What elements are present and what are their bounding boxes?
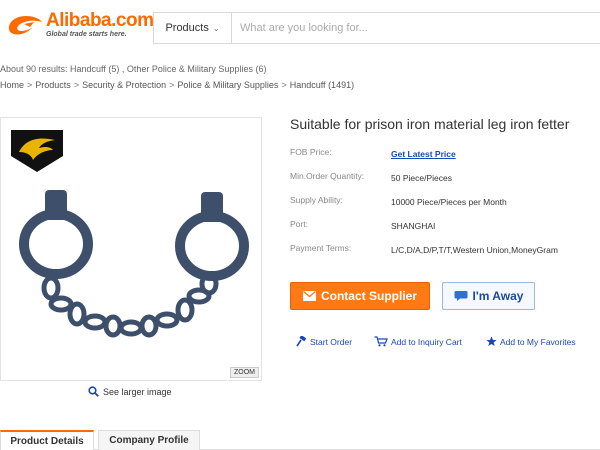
gavel-icon <box>296 336 307 347</box>
spec-label: Port: <box>290 219 308 229</box>
envelope-icon <box>302 291 316 301</box>
product-title: Suitable for prison iron material leg ir… <box>290 116 570 132</box>
product-actions: Start Order Add to Inquiry Cart Add to M… <box>296 336 596 352</box>
logo-tagline: Global trade starts here. <box>46 31 127 38</box>
product-specs: FOB Price: Get Latest Price Min.Order Qu… <box>290 147 600 267</box>
breadcrumb-separator: > <box>73 80 80 90</box>
spec-row-payment-terms: Payment Terms: L/C,D/A,D/P,T/T,Western U… <box>290 243 600 267</box>
contact-supplier-button[interactable]: Contact Supplier <box>290 282 430 310</box>
top-header: Alibaba.com Global trade starts here. Pr… <box>0 0 600 48</box>
zoom-label[interactable]: ZOOM <box>230 367 259 378</box>
logo-text: Alibaba.com <box>46 10 154 31</box>
leg-iron-fetter-icon <box>19 190 249 338</box>
contact-supplier-label: Contact Supplier <box>320 289 417 303</box>
spec-value: 50 Piece/Pieces <box>391 173 452 183</box>
breadcrumb-item-security[interactable]: Security & Protection <box>82 80 166 90</box>
product-tabs: Product Details Company Profile <box>0 430 600 450</box>
breadcrumb-item-police[interactable]: Police & Military Supplies <box>177 80 278 90</box>
add-to-inquiry-cart-link[interactable]: Add to Inquiry Cart <box>374 336 462 347</box>
add-to-inquiry-cart-label: Add to Inquiry Cart <box>391 336 462 347</box>
spec-row-min-order: Min.Order Quantity: 50 Piece/Pieces <box>290 171 600 195</box>
im-away-button[interactable]: I'm Away <box>442 282 535 310</box>
add-to-favorites-label: Add to My Favorites <box>500 336 576 347</box>
product-image[interactable]: ZOOM <box>0 117 262 381</box>
results-summary: About 90 results: Handcuff (5) , Other P… <box>0 64 267 74</box>
start-order-label: Start Order <box>310 336 353 347</box>
alibaba-logo-mark-icon <box>8 16 43 35</box>
breadcrumb-item-home[interactable]: Home <box>0 80 24 90</box>
spec-row-port: Port: SHANGHAI <box>290 219 600 243</box>
breadcrumb-item-products[interactable]: Products <box>35 80 71 90</box>
chat-bubble-icon <box>454 291 468 301</box>
breadcrumb: Home > Products > Security & Protection > Poli… <box>0 80 354 90</box>
spec-label: FOB Price: <box>290 147 332 157</box>
spec-value: L/C,D/A,D/P,T/T,Western Union,MoneyGram <box>391 245 558 255</box>
search-category-select[interactable]: Products ⌄ <box>154 13 232 43</box>
alibaba-logo[interactable]: Alibaba.com Global trade starts here. <box>4 10 154 42</box>
chevron-down-icon: ⌄ <box>212 23 220 33</box>
add-to-favorites-link[interactable]: Add to My Favorites <box>486 336 576 347</box>
tab-company-profile[interactable]: Company Profile <box>98 430 200 450</box>
spec-value: 10000 Piece/Pieces per Month <box>391 197 507 207</box>
star-icon <box>486 336 497 346</box>
magnifier-icon <box>88 386 99 397</box>
search-category-label: Products <box>165 22 209 34</box>
breadcrumb-item-handcuff[interactable]: Handcuff (1491) <box>290 80 354 90</box>
get-latest-price-link[interactable]: Get Latest Price <box>391 149 456 159</box>
start-order-link[interactable]: Start Order <box>296 336 352 347</box>
search-bar: Products ⌄ <box>153 12 600 44</box>
cart-icon <box>374 336 388 347</box>
spec-value: SHANGHAI <box>391 221 436 231</box>
spec-row-fob-price: FOB Price: Get Latest Price <box>290 147 600 171</box>
spec-label: Supply Ability: <box>290 195 343 205</box>
spec-row-supply-ability: Supply Ability: 10000 Piece/Pieces per M… <box>290 195 600 219</box>
im-away-label: I'm Away <box>472 289 524 303</box>
breadcrumb-separator: > <box>169 80 175 90</box>
spec-label: Min.Order Quantity: <box>290 171 365 181</box>
see-larger-image-link[interactable]: See larger image <box>88 386 172 397</box>
breadcrumb-separator: > <box>27 80 33 90</box>
breadcrumb-separator: > <box>281 80 287 90</box>
spec-label: Payment Terms: <box>290 243 352 253</box>
search-input[interactable] <box>232 13 600 43</box>
see-larger-image-label: See larger image <box>103 386 172 397</box>
tab-product-details[interactable]: Product Details <box>0 430 94 450</box>
